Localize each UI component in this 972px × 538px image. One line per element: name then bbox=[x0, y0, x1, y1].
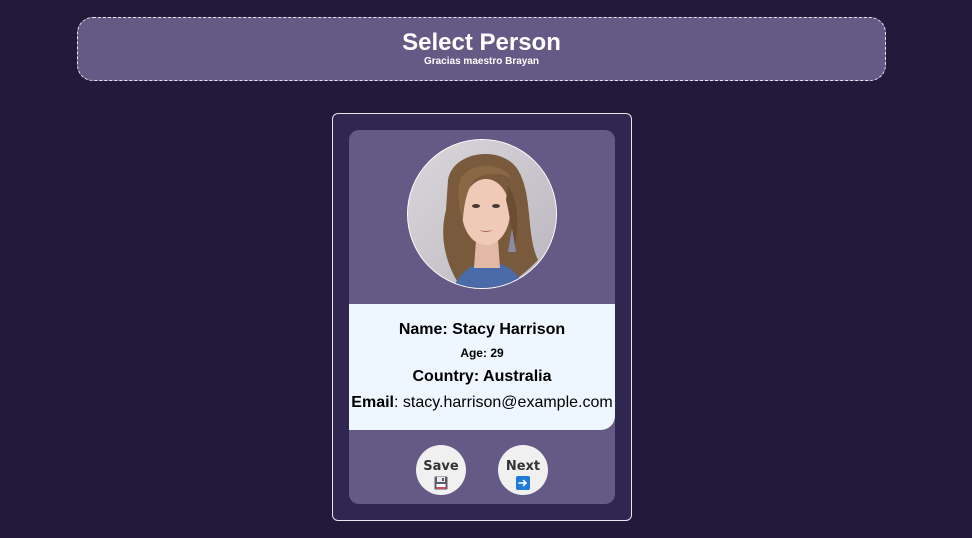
page-subtitle: Gracias maestro Brayan bbox=[423, 56, 540, 67]
person-age-line: Age: 29 bbox=[349, 346, 615, 360]
next-button[interactable]: Next bbox=[498, 445, 548, 495]
country-label: Country: bbox=[412, 368, 480, 385]
person-country: Australia bbox=[483, 368, 552, 385]
name-label: Name: bbox=[398, 321, 448, 338]
person-country-line: Country: Australia bbox=[349, 368, 615, 386]
save-button[interactable]: Save bbox=[416, 445, 466, 495]
age-label: Age: bbox=[460, 346, 487, 360]
save-label: Save bbox=[423, 459, 459, 474]
right-arrow-icon bbox=[516, 476, 530, 490]
floppy-disk-icon bbox=[434, 476, 448, 490]
person-name: Stacy Harrison bbox=[452, 321, 566, 338]
page-title: Select Person bbox=[402, 29, 561, 56]
email-separator: : bbox=[393, 394, 399, 411]
next-label: Next bbox=[505, 459, 541, 474]
email-label: Email bbox=[351, 394, 394, 411]
portrait-photo-icon bbox=[408, 140, 556, 288]
header-banner: Select Person Gracias maestro Brayan bbox=[77, 17, 886, 81]
person-age: 29 bbox=[490, 346, 504, 360]
person-frame: Name: Stacy Harrison Age: 29 Country: Au… bbox=[332, 113, 632, 521]
person-card: Name: Stacy Harrison Age: 29 Country: Au… bbox=[349, 130, 615, 504]
person-name-line: Name: Stacy Harrison bbox=[349, 321, 615, 339]
avatar bbox=[407, 139, 557, 289]
person-info-panel: Name: Stacy Harrison Age: 29 Country: Au… bbox=[349, 304, 615, 430]
person-email-line: Email: stacy.harrison@example.com bbox=[349, 394, 615, 412]
person-email: stacy.harrison@example.com bbox=[402, 394, 613, 411]
